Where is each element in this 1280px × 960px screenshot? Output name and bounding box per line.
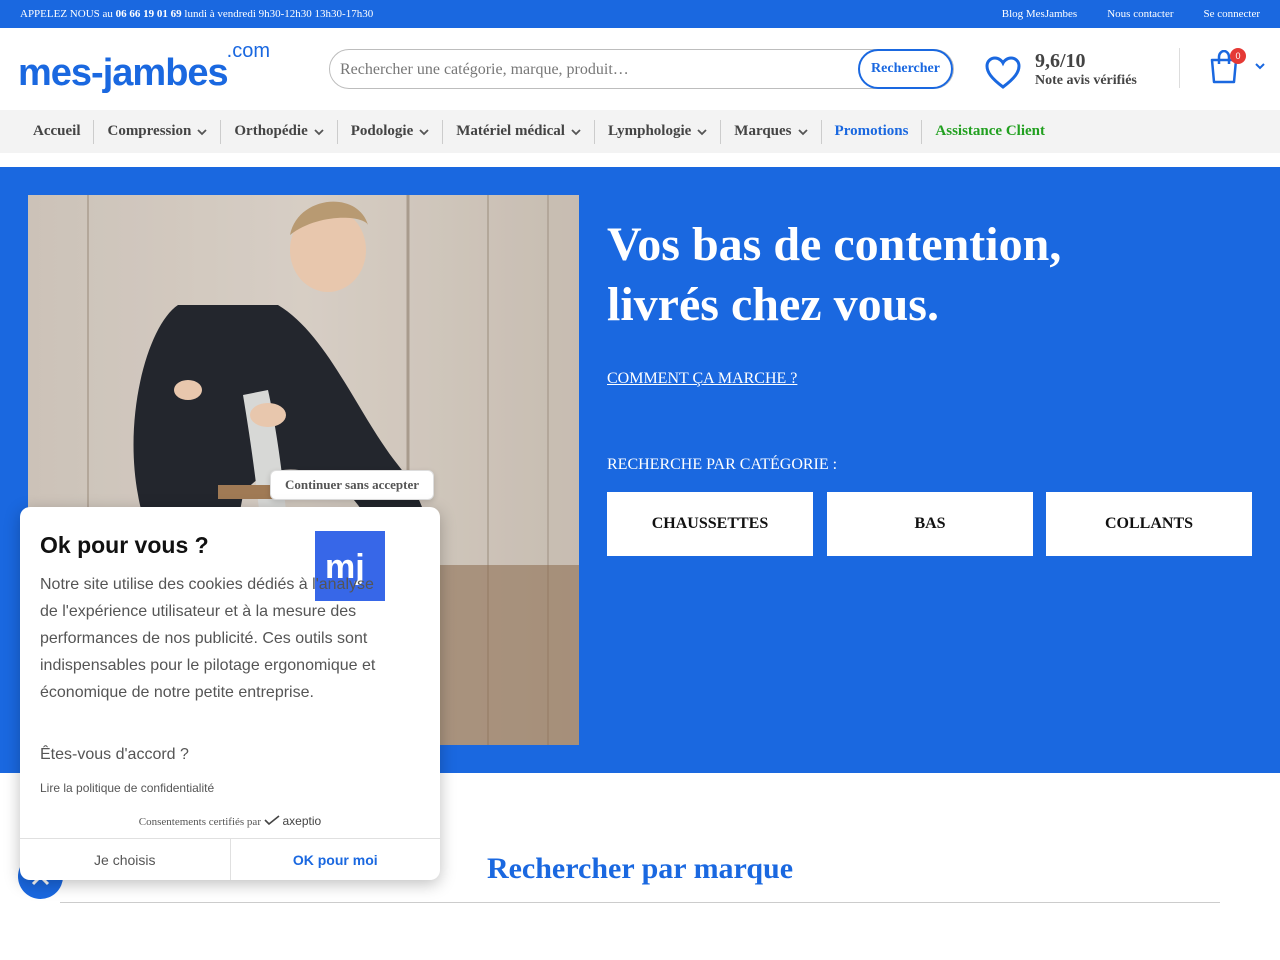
cookie-buttons: Je choisis OK pour moi <box>20 838 440 880</box>
how-it-works-link[interactable]: COMMENT ÇA MARCHE ? <box>607 370 797 388</box>
opening-hours: lundi à vendredi 9h30-12h30 13h30-17h30 <box>181 8 374 20</box>
hero-title: Vos bas de contention, livrés chez vous. <box>607 215 1227 335</box>
nav-item-compression[interactable]: Compression <box>93 119 220 144</box>
top-bar: APPELEZ NOUS au 06 66 19 01 69 lundi à v… <box>0 0 1280 28</box>
nav-label: Podologie <box>350 123 414 139</box>
site-header: .com mes-jambes Rechercher 9,6/10 Note a… <box>0 28 1280 110</box>
header-divider <box>1179 48 1180 88</box>
rating-score: 9,6/10 <box>1035 50 1086 72</box>
category-collants-button[interactable]: COLLANTS <box>1046 492 1252 556</box>
chevron-down-icon <box>697 128 707 135</box>
cookie-question: Êtes-vous d'accord ? <box>40 746 189 763</box>
nav-item-assistance[interactable]: Assistance Client <box>921 119 1058 144</box>
nav-label: Promotions <box>834 123 909 139</box>
main-nav: Accueil Compression Orthopédie Podologie… <box>0 110 1280 153</box>
nav-label: Marques <box>734 123 792 139</box>
reviews-rating[interactable]: 9,6/10 Note avis vérifiés <box>985 50 1165 94</box>
blog-link[interactable]: Blog MesJambes <box>1002 8 1077 20</box>
heart-icon <box>985 56 1021 89</box>
cert-prefix: Consentements certifiés par <box>138 816 261 828</box>
nav-item-podologie[interactable]: Podologie <box>336 119 443 144</box>
chevron-down-icon <box>314 128 324 135</box>
chevron-down-icon <box>797 128 808 135</box>
logo-com: .com <box>226 40 270 62</box>
accept-button[interactable]: OK pour moi <box>231 839 441 880</box>
privacy-policy-link[interactable]: Lire la politique de confidentialité <box>40 781 214 795</box>
cookie-consent-modal: Ok pour vous ? mj Notre site utilise des… <box>20 507 440 880</box>
continue-without-accepting-button[interactable]: Continuer sans accepter <box>270 470 434 500</box>
nav-label: Lymphologie <box>607 123 692 139</box>
logo-text: mes-jambes <box>18 52 229 94</box>
nav-label: Matériel médical <box>456 123 565 139</box>
chevron-down-icon <box>197 128 208 135</box>
nav-item-promotions[interactable]: Promotions <box>820 119 922 144</box>
cookie-title: Ok pour vous ? <box>40 532 209 558</box>
axeptio-brand[interactable]: axeptio <box>282 814 321 828</box>
nav-label: Accueil <box>33 123 81 139</box>
nav-label: Compression <box>107 123 192 139</box>
chevron-down-icon <box>571 128 581 135</box>
contact-link[interactable]: Nous contacter <box>1107 8 1173 20</box>
nav-label: Orthopédie <box>234 123 308 139</box>
category-chaussettes-button[interactable]: CHAUSSETTES <box>607 492 813 556</box>
choose-button[interactable]: Je choisis <box>20 839 231 880</box>
cart-button[interactable]: 0 <box>1208 48 1268 90</box>
cookie-description: Notre site utilise des cookies dédiés à … <box>40 576 376 701</box>
nav-item-marques[interactable]: Marques <box>720 119 820 144</box>
nav-label: Assistance Client <box>935 123 1045 139</box>
chevron-down-icon <box>419 128 429 135</box>
cart-count-badge: 0 <box>1230 48 1246 64</box>
search-input[interactable] <box>340 58 840 82</box>
chevron-down-icon <box>1255 63 1265 70</box>
site-logo[interactable]: .com mes-jambes <box>18 40 274 98</box>
axeptio-check-icon <box>264 815 280 826</box>
search-button[interactable]: Rechercher <box>858 49 953 89</box>
category-search-label: RECHERCHE PAR CATÉGORIE : <box>607 456 838 473</box>
rating-label: Note avis vérifiés <box>1035 73 1137 88</box>
call-info: APPELEZ NOUS au 06 66 19 01 69 lundi à v… <box>20 8 373 20</box>
hero-title-line2: livrés chez vous. <box>607 278 939 331</box>
category-bas-button[interactable]: BAS <box>827 492 1033 556</box>
nav-item-accueil[interactable]: Accueil <box>20 120 93 144</box>
nav-item-lymphologie[interactable]: Lymphologie <box>593 119 720 144</box>
nav-item-orthopedie[interactable]: Orthopédie <box>220 119 336 144</box>
consent-certification: Consentements certifiés par axeptio <box>20 814 440 828</box>
call-prefix: APPELEZ NOUS au <box>20 8 116 20</box>
brands-divider <box>60 902 1220 903</box>
hero-title-line1: Vos bas de contention, <box>607 218 1062 271</box>
phone-number[interactable]: 06 66 19 01 69 <box>116 8 182 20</box>
nav-item-materiel-medical[interactable]: Matériel médical <box>442 119 594 144</box>
login-link[interactable]: Se connecter <box>1204 8 1261 20</box>
search-bar: Rechercher <box>329 49 954 89</box>
